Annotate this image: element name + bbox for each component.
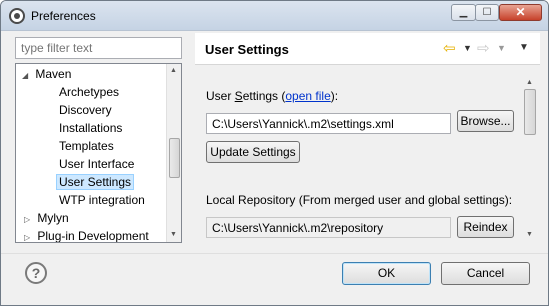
preference-tree: ◢ Maven Archetypes Discovery Installatio… xyxy=(15,63,182,243)
user-settings-label-rest: ettings ( xyxy=(242,89,286,103)
open-file-link[interactable]: open file xyxy=(285,89,330,103)
user-settings-page: User Settings (open file): C:\Users\Yann… xyxy=(195,73,540,245)
user-settings-label-suffix: ): xyxy=(330,89,339,103)
local-repository-label: Local Repository (From merged user and g… xyxy=(206,193,513,207)
settings-path-field[interactable]: C:\Users\Yannick\.m2\settings.xml xyxy=(206,113,451,134)
tree-item-label: User Settings xyxy=(56,174,135,190)
preferences-window: Preferences ▁ ☐ ✕ ◢ Maven Archetypes Dis… xyxy=(0,0,549,306)
reindex-button[interactable]: Reindex xyxy=(457,216,514,238)
local-repository-field[interactable]: C:\Users\Yannick\.m2\repository xyxy=(206,217,451,238)
scroll-down-icon[interactable]: ▼ xyxy=(170,231,177,238)
close-button[interactable]: ✕ xyxy=(499,4,542,21)
tree-item-label: Mylyn xyxy=(37,211,69,225)
tree-item-installations[interactable]: Installations xyxy=(59,120,122,137)
page-scroll-thumb[interactable] xyxy=(524,89,536,135)
collapsed-arrow-icon[interactable]: ▷ xyxy=(24,211,34,228)
back-dropdown-icon[interactable]: ▼ xyxy=(463,43,472,53)
filter-input[interactable] xyxy=(15,37,182,59)
maximize-button[interactable]: ☐ xyxy=(475,4,499,21)
tree-item-label: Maven xyxy=(35,67,72,81)
page-header: User Settings ⇦ ▼ ⇨ ▼ ▼ xyxy=(195,33,540,65)
tree-scroll-thumb[interactable] xyxy=(169,138,180,178)
expanded-arrow-icon[interactable]: ◢ xyxy=(22,67,32,84)
user-settings-label-prefix: User xyxy=(206,89,235,103)
cancel-button[interactable]: Cancel xyxy=(441,262,530,285)
tree-item-label: Discovery xyxy=(59,103,112,117)
tree-item-templates[interactable]: Templates xyxy=(59,138,114,155)
scroll-up-icon[interactable]: ▲ xyxy=(170,67,177,74)
tree-item-label: WTP integration xyxy=(59,193,145,207)
collapsed-arrow-icon[interactable]: ▷ xyxy=(24,229,34,242)
user-settings-label-mnemonic: S xyxy=(234,89,243,103)
update-settings-button[interactable]: Update Settings xyxy=(206,141,300,163)
page-title: User Settings xyxy=(205,42,289,57)
close-icon: ✕ xyxy=(515,5,526,19)
tree-item-label: Plug-in Development xyxy=(37,229,149,243)
footer-divider xyxy=(1,253,548,254)
tree-item-label: Archetypes xyxy=(59,85,120,99)
scroll-down-icon[interactable]: ▼ xyxy=(526,231,533,238)
tree-item-discovery[interactable]: Discovery xyxy=(59,102,112,119)
tree-item-label: User Interface xyxy=(59,157,135,171)
minimize-button[interactable]: ▁ xyxy=(451,4,476,21)
tree-scrollbar[interactable]: ▲ ▼ xyxy=(166,64,181,242)
tree-item-plugin-development[interactable]: ▷ Plug-in Development xyxy=(24,228,149,243)
page-scrollbar[interactable]: ▲ ▼ xyxy=(523,77,537,243)
tree-item-label: Installations xyxy=(59,121,123,135)
ok-button[interactable]: OK xyxy=(342,262,431,285)
eclipse-app-icon xyxy=(9,8,25,24)
back-arrow-icon[interactable]: ⇦ xyxy=(443,39,456,57)
help-icon[interactable]: ? xyxy=(25,262,47,284)
forward-dropdown-icon: ▼ xyxy=(497,43,506,53)
scroll-up-icon[interactable]: ▲ xyxy=(526,79,533,86)
tree-item-maven[interactable]: ◢ Maven xyxy=(22,66,71,83)
tree-item-user-interface[interactable]: User Interface xyxy=(59,156,134,173)
window-title: Preferences xyxy=(31,9,96,23)
title-bar[interactable]: Preferences ▁ ☐ ✕ xyxy=(1,1,548,31)
forward-arrow-icon: ⇨ xyxy=(477,40,490,57)
minimize-icon: ▁ xyxy=(459,7,468,18)
tree-item-mylyn[interactable]: ▷ Mylyn xyxy=(24,210,69,227)
tree-item-wtp-integration[interactable]: WTP integration xyxy=(59,192,145,209)
tree-item-archetypes[interactable]: Archetypes xyxy=(59,84,119,101)
tree-item-user-settings[interactable]: User Settings xyxy=(56,174,135,191)
tree-item-label: Templates xyxy=(59,139,114,153)
browse-button[interactable]: Browse... xyxy=(457,110,514,132)
user-settings-label: User Settings (open file): xyxy=(206,89,338,103)
maximize-icon: ☐ xyxy=(482,7,492,18)
view-menu-icon[interactable]: ▼ xyxy=(519,42,529,53)
